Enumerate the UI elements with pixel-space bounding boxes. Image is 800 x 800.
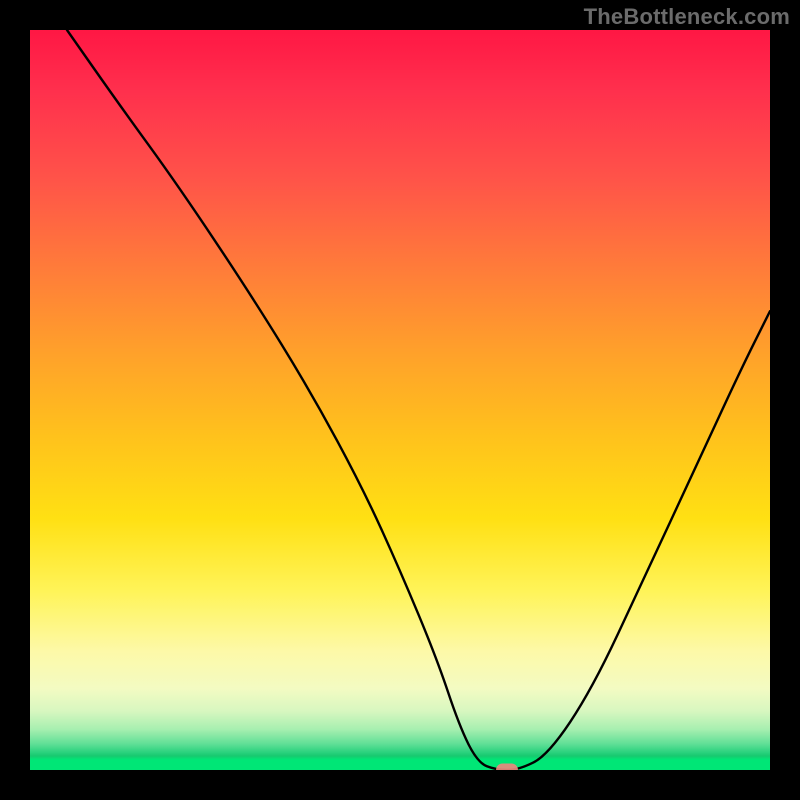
watermark-text: TheBottleneck.com — [584, 4, 790, 30]
optimal-point-marker — [496, 764, 518, 771]
chart-frame: TheBottleneck.com — [0, 0, 800, 800]
plot-area — [30, 30, 770, 770]
bottleneck-curve — [30, 30, 770, 770]
